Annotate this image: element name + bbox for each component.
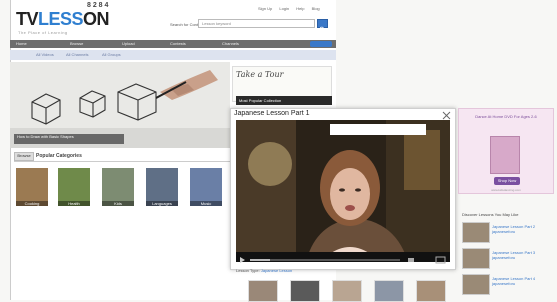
- top-link[interactable]: Login: [279, 6, 289, 11]
- category-label: Cooking: [16, 201, 48, 206]
- logo-part-c: ON: [83, 9, 110, 29]
- category-label: Health: [58, 201, 90, 206]
- ad-footer: www.kidsdancing.com: [491, 188, 521, 192]
- video-player[interactable]: [236, 120, 450, 262]
- discover-title: Japanese Lesson Part 3 japaneseforu: [492, 250, 536, 260]
- category-label: Music: [190, 201, 222, 206]
- popular-categories-label: Popular Categories: [36, 153, 82, 159]
- ad-text: Dance At Home DVD For Ages 2-6: [475, 114, 537, 119]
- subnav-item[interactable]: All Channels: [66, 52, 88, 57]
- play-icon: [240, 257, 245, 263]
- nav-item[interactable]: Upload: [122, 41, 135, 46]
- popular-categories-header: Browse Popular Categories: [14, 152, 230, 162]
- related-thumb[interactable]: [248, 280, 278, 302]
- site-logo[interactable]: TVLESSON: [16, 9, 110, 30]
- discover-item[interactable]: Japanese Lesson Part 4 japaneseforu: [462, 274, 554, 296]
- video-title: Japanese Lesson Part 1: [234, 110, 310, 117]
- related-thumb[interactable]: [332, 280, 362, 302]
- category-tile[interactable]: Cooking: [16, 168, 48, 206]
- discover-heading: Discover Lessons You May Like: [462, 212, 519, 217]
- collection-heading: Most Popular Collection: [236, 96, 332, 105]
- nav-item[interactable]: Browse: [70, 41, 83, 46]
- browse-button[interactable]: Browse: [14, 152, 34, 161]
- category-tile[interactable]: Languages: [146, 168, 178, 206]
- logo-extra: 8 2 8 4: [87, 2, 109, 9]
- fullscreen-icon: [435, 256, 446, 264]
- subnav-item[interactable]: All Groups: [102, 52, 121, 57]
- nav-item[interactable]: Home: [16, 41, 27, 46]
- volume-icon: [408, 258, 414, 262]
- category-label: Languages: [146, 201, 178, 206]
- main-nav: Home Browse Upload Contests Channels: [10, 40, 336, 48]
- related-thumb[interactable]: [290, 280, 320, 302]
- meta-prefix: Lesson Type:: [236, 268, 260, 273]
- meta-link[interactable]: Japanese Lesson: [261, 268, 292, 273]
- close-icon[interactable]: [442, 111, 451, 120]
- control-bar: [240, 256, 446, 264]
- video-controls[interactable]: [236, 252, 450, 264]
- search-input[interactable]: Lesson keyword: [198, 19, 315, 28]
- hero-caption[interactable]: How to Draw with Basic Shapes: [14, 134, 124, 144]
- logo-part-b: LESS: [38, 9, 84, 29]
- ad-button[interactable]: Shop Now: [494, 177, 520, 185]
- upload-nav-button[interactable]: [310, 41, 332, 47]
- category-tile[interactable]: Music: [190, 168, 222, 206]
- video-meta: Lesson Type: Japanese Lesson: [236, 268, 292, 273]
- top-link[interactable]: Sign Up: [258, 6, 272, 11]
- top-link[interactable]: Help: [296, 6, 304, 11]
- nav-item[interactable]: Channels: [222, 41, 239, 46]
- search-icon: [319, 26, 326, 33]
- discover-title: Japanese Lesson Part 4 japaneseforu: [492, 276, 536, 286]
- top-links: Sign Up Login Help Blog: [258, 6, 326, 11]
- category-label: Kids: [102, 201, 134, 206]
- video-frame-woman: [236, 120, 450, 262]
- discover-item[interactable]: Japanese Lesson Part 3 japaneseforu: [462, 248, 554, 270]
- logo-part-a: TV: [16, 9, 39, 29]
- discover-thumb: [462, 222, 490, 243]
- logo-tagline: The Place of Learning: [18, 30, 68, 35]
- take-tour-title: Take a Tour: [236, 70, 284, 79]
- category-tile[interactable]: Health: [58, 168, 90, 206]
- subnav-item[interactable]: All Videos: [36, 52, 54, 57]
- category-tile[interactable]: Kids: [102, 168, 134, 206]
- sub-nav: All Videos All Channels All Groups: [10, 50, 336, 60]
- top-link[interactable]: Blog: [312, 6, 320, 11]
- search-button[interactable]: [317, 19, 328, 33]
- discover-item[interactable]: Japanese Lesson Part 2 japaneseforu: [462, 222, 554, 244]
- nav-item[interactable]: Contests: [170, 41, 186, 46]
- discover-thumb: [462, 274, 490, 295]
- related-thumb[interactable]: [416, 280, 446, 302]
- video-overlay-label: [330, 124, 426, 135]
- related-thumb[interactable]: [374, 280, 404, 302]
- discover-thumb: [462, 248, 490, 269]
- discover-title: Japanese Lesson Part 2 japaneseforu: [492, 224, 536, 234]
- ad-dvd-cover: [490, 136, 520, 174]
